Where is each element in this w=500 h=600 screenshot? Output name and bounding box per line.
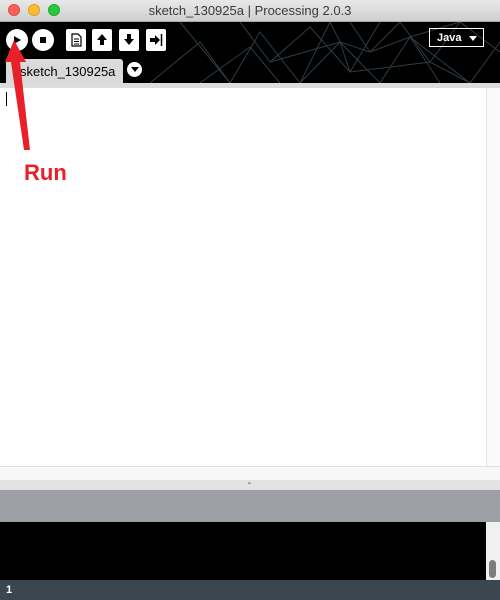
mode-label: Java — [437, 31, 462, 44]
stop-icon — [40, 37, 46, 43]
chevron-down-icon — [130, 66, 139, 72]
run-annotation-label: Run — [24, 160, 67, 185]
editor-vertical-scrollbar[interactable] — [486, 88, 500, 466]
mode-selector[interactable]: Java — [429, 28, 484, 47]
new-file-icon — [71, 33, 82, 47]
title-bar: sketch_130925a | Processing 2.0.3 — [0, 0, 500, 22]
upload-arrow-icon — [97, 34, 107, 45]
message-area — [0, 490, 500, 522]
download-arrow-icon — [124, 34, 134, 45]
text-cursor — [6, 92, 7, 106]
console-scrollbar[interactable] — [486, 522, 500, 580]
line-number: 1 — [6, 584, 13, 596]
export-icon — [150, 34, 163, 46]
export-button[interactable] — [146, 29, 166, 51]
tab-menu-button[interactable] — [127, 62, 142, 77]
tab-label: sketch_130925a — [20, 63, 116, 79]
console-output[interactable] — [0, 522, 486, 580]
new-button[interactable] — [66, 29, 86, 51]
code-editor[interactable] — [0, 88, 486, 466]
run-button[interactable] — [6, 29, 28, 51]
console-scroll-thumb[interactable] — [489, 560, 496, 578]
stop-button[interactable] — [32, 29, 54, 51]
editor-horizontal-scrollbar[interactable] — [0, 466, 500, 480]
open-button[interactable] — [92, 29, 112, 51]
status-bar: 1 — [0, 580, 500, 600]
divider-handle-icon: ⌃ — [246, 481, 253, 490]
save-button[interactable] — [119, 29, 139, 51]
chevron-down-icon — [469, 36, 477, 41]
play-icon — [14, 36, 21, 44]
tab-sketch[interactable]: sketch_130925a — [6, 59, 123, 83]
window-title: sketch_130925a | Processing 2.0.3 — [148, 3, 352, 18]
